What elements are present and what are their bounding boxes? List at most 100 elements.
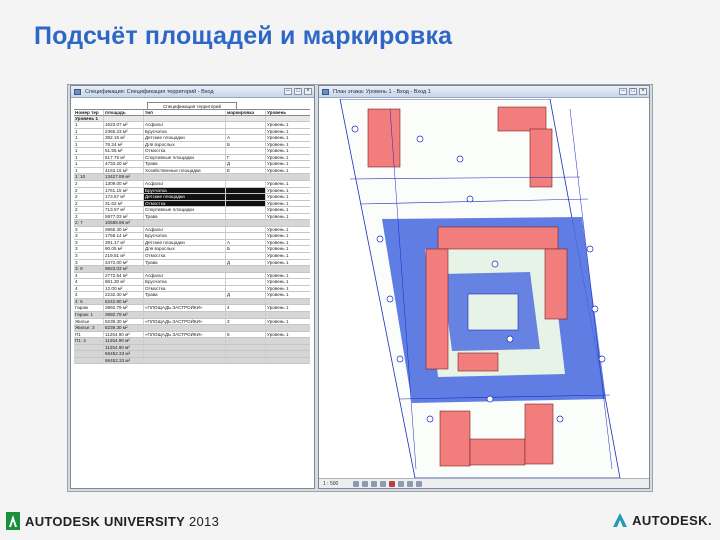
table-cell[interactable]: Хозяйственные площадки xyxy=(144,167,226,174)
table-cell[interactable]: Отмостка xyxy=(144,148,226,154)
table-cell[interactable]: Детские площадки xyxy=(144,135,226,141)
table-cell[interactable]: Уровень 1 xyxy=(266,305,310,311)
table-cell[interactable]: Д xyxy=(226,161,266,167)
table-cell[interactable]: 3992.79 м² xyxy=(104,305,144,311)
table-cell[interactable]: 3 xyxy=(226,318,266,325)
table-cell[interactable] xyxy=(226,351,266,357)
table-cell[interactable]: «ПЛОЩАДЬ ЗАСТРОЙКИ» xyxy=(144,318,226,325)
table-cell[interactable]: Гараж xyxy=(74,305,104,311)
building[interactable] xyxy=(469,438,526,466)
table-cell[interactable] xyxy=(266,358,310,364)
table-cell[interactable]: 2365.23 м² xyxy=(104,128,144,135)
table-cell[interactable]: Трава xyxy=(144,259,226,266)
table-cell[interactable] xyxy=(226,207,266,213)
table-cell[interactable]: 219.51 м² xyxy=(104,253,144,259)
table-cell[interactable]: П1: 2 xyxy=(74,338,104,344)
table-cell[interactable]: Уровень 1 xyxy=(266,207,310,213)
table-cell[interactable] xyxy=(266,116,310,122)
table-cell[interactable] xyxy=(226,226,266,233)
table-cell[interactable]: 3 xyxy=(74,239,104,246)
detail-level-icon[interactable] xyxy=(353,481,359,487)
building[interactable] xyxy=(544,248,568,320)
table-cell[interactable] xyxy=(266,312,310,318)
table-cell[interactable]: 4 xyxy=(74,292,104,298)
table-cell[interactable] xyxy=(266,345,310,351)
table-cell[interactable]: Уровень 1 xyxy=(266,168,310,174)
table-cell[interactable]: 66452.33 м² xyxy=(104,357,144,364)
table-cell[interactable]: 1 xyxy=(74,154,104,161)
table-cell[interactable] xyxy=(74,351,104,357)
table-cell[interactable]: 1: 10 xyxy=(74,174,104,181)
table-cell[interactable]: Брусчатка xyxy=(144,279,226,285)
table-cell[interactable]: Уровень 1 xyxy=(266,201,310,207)
table-cell[interactable]: 1758.14 м² xyxy=(104,233,144,239)
table-cell[interactable] xyxy=(144,174,226,181)
table-cell[interactable]: 713.57 м² xyxy=(104,207,144,213)
table-cell[interactable]: Уровень 1 xyxy=(266,129,310,135)
table-cell[interactable]: 10588.96 м² xyxy=(104,220,144,226)
table-cell[interactable]: 1 xyxy=(74,148,104,154)
hide-icon[interactable] xyxy=(407,481,413,487)
table-cell[interactable]: 2772.54 м² xyxy=(104,272,144,279)
table-cell[interactable] xyxy=(226,325,266,331)
table-cell[interactable]: 1623.07 м² xyxy=(104,122,144,128)
table-cell[interactable]: 66452.33 м² xyxy=(104,351,144,357)
table-cell[interactable] xyxy=(144,325,226,331)
table-cell[interactable]: Брусчатка xyxy=(144,187,226,194)
schedule-window-titlebar[interactable]: Спецификация: Спецификация территорий - … xyxy=(71,86,314,98)
table-cell[interactable]: 3: 9 xyxy=(74,266,104,272)
table-cell[interactable]: А xyxy=(226,135,266,141)
table-cell[interactable] xyxy=(266,174,310,180)
table-cell[interactable] xyxy=(226,344,266,351)
table-cell[interactable] xyxy=(266,325,310,331)
table-cell[interactable] xyxy=(104,115,144,122)
table-cell[interactable] xyxy=(226,115,266,122)
building[interactable] xyxy=(457,352,499,372)
table-cell[interactable] xyxy=(266,266,310,272)
table-cell[interactable]: 4 xyxy=(74,272,104,279)
table-cell[interactable] xyxy=(144,357,226,364)
table-cell[interactable] xyxy=(226,220,266,226)
table-cell[interactable]: Жилье xyxy=(74,318,104,325)
table-cell[interactable] xyxy=(226,298,266,305)
table-cell[interactable]: Уровень 1 xyxy=(266,122,310,128)
minimize-icon[interactable]: – xyxy=(619,88,627,95)
table-cell[interactable]: 2 xyxy=(74,213,104,220)
table-cell[interactable] xyxy=(226,285,266,292)
table-cell[interactable]: Уровень 1 xyxy=(266,142,310,148)
temp-hide-icon[interactable] xyxy=(416,481,422,487)
table-cell[interactable] xyxy=(226,279,266,285)
building[interactable] xyxy=(425,248,449,370)
table-cell[interactable]: 392.15 м² xyxy=(104,135,144,141)
table-cell[interactable]: Уровень 1 xyxy=(266,240,310,246)
close-icon[interactable]: × xyxy=(304,88,312,95)
table-cell[interactable]: 11254.90 м² xyxy=(104,331,144,338)
plan-window[interactable]: План этажа: Уровень 1 - Вход - Вход 1 – … xyxy=(318,85,650,489)
table-cell[interactable]: Уровень 1 xyxy=(266,273,310,279)
table-cell[interactable]: Д xyxy=(226,259,266,266)
table-cell[interactable] xyxy=(144,311,226,318)
building[interactable] xyxy=(437,226,559,250)
table-cell[interactable]: Уровень 1 xyxy=(266,148,310,154)
table-cell[interactable] xyxy=(226,272,266,279)
header-cell[interactable]: Уровень xyxy=(266,110,310,115)
table-cell[interactable]: 2 xyxy=(74,207,104,213)
table-cell[interactable]: А xyxy=(226,239,266,246)
table-cell[interactable]: «ПЛОЩАДЬ ЗАСТРОЙКИ» xyxy=(144,331,226,338)
table-cell[interactable] xyxy=(144,338,226,344)
plan-window-titlebar[interactable]: План этажа: Уровень 1 - Вход - Вход 1 – … xyxy=(319,86,649,98)
table-cell[interactable]: 861.30 м² xyxy=(104,279,144,285)
table-cell[interactable]: Детские площадки xyxy=(144,239,226,246)
building[interactable] xyxy=(497,106,547,132)
table-cell[interactable]: 3 xyxy=(74,233,104,239)
table-cell[interactable]: 1 xyxy=(74,128,104,135)
table-cell[interactable]: 11254.90 м² xyxy=(104,344,144,351)
header-cell[interactable]: площадь xyxy=(104,110,144,115)
table-cell[interactable]: Уровень 1 xyxy=(266,227,310,233)
table-cell[interactable]: 11254.90 м² xyxy=(104,338,144,344)
table-cell[interactable]: Уровень 1 xyxy=(266,233,310,239)
table-cell[interactable]: 2 xyxy=(74,187,104,194)
table-cell[interactable]: Трава xyxy=(144,213,226,220)
table-cell[interactable] xyxy=(226,311,266,318)
table-cell[interactable]: 31.62 м² xyxy=(104,200,144,207)
